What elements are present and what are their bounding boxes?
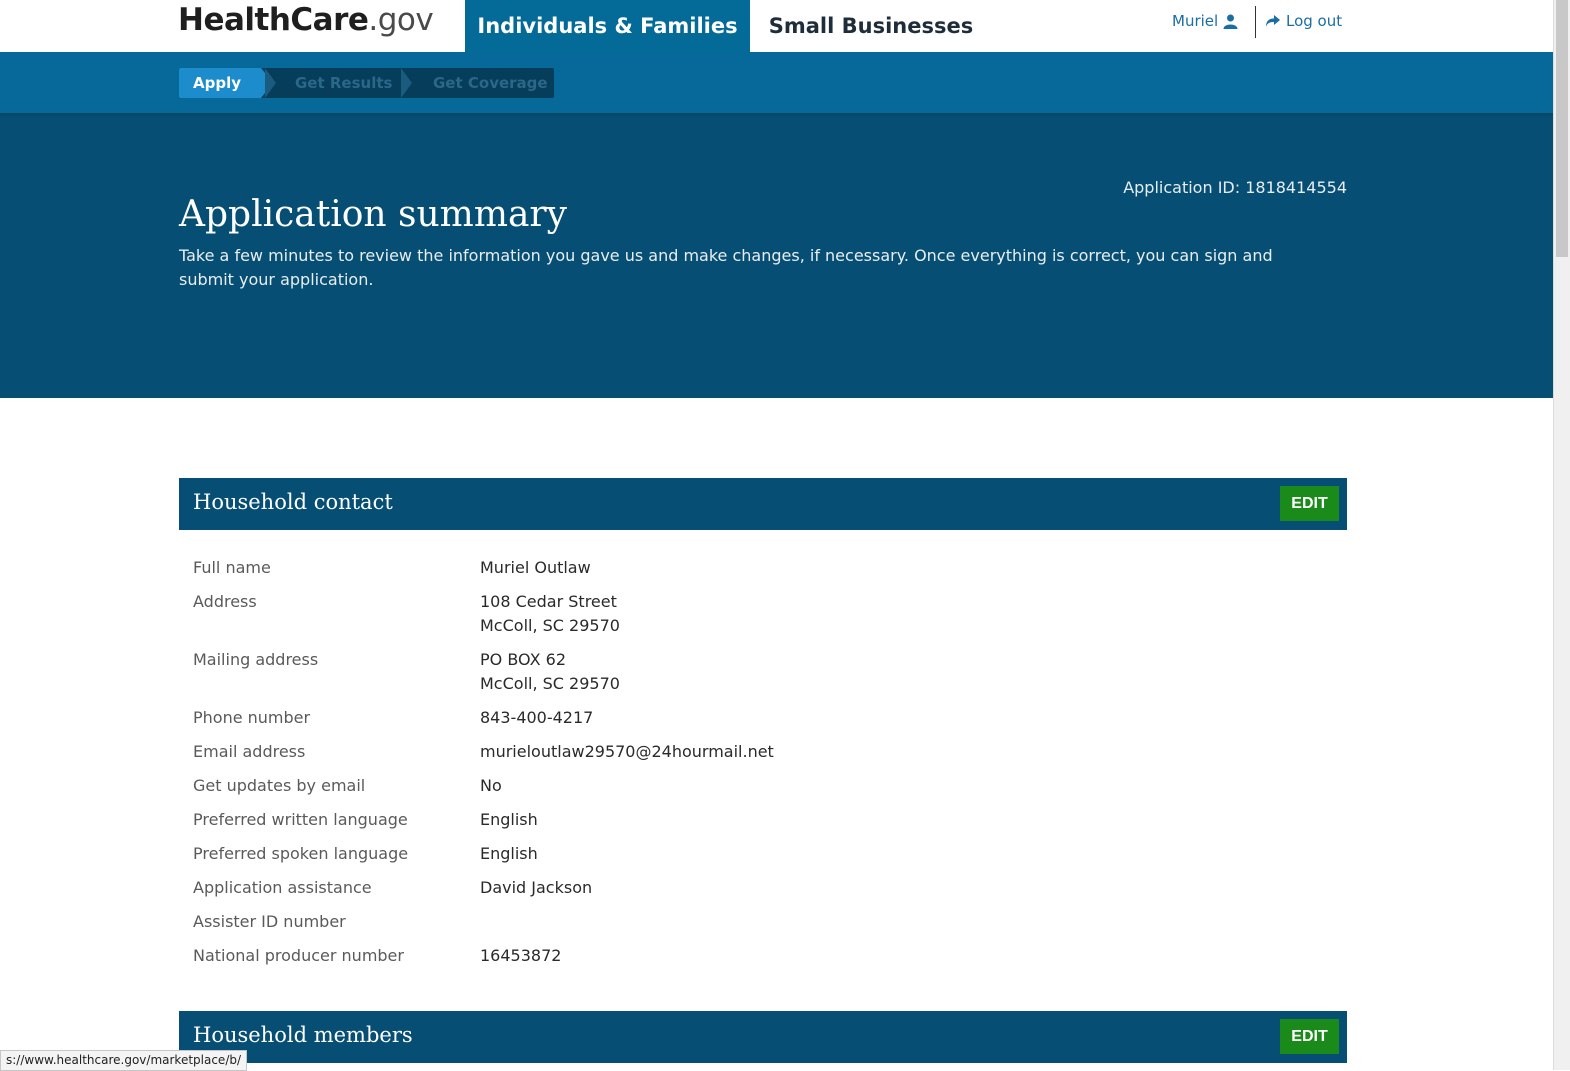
- detail-row: Address 108 Cedar Street McColl, SC 2957…: [193, 590, 1333, 638]
- user-icon: [1223, 14, 1238, 29]
- top-navigation: HealthCare.gov Individuals & Families Sm…: [0, 0, 1553, 52]
- logo-suffix: .gov: [368, 2, 434, 38]
- detail-row: Phone number 843-400-4217: [193, 706, 1333, 730]
- logout-label: Log out: [1286, 12, 1343, 30]
- detail-label: Preferred spoken language: [193, 844, 409, 863]
- detail-value: murieloutlaw29570@24hourmail.net: [480, 742, 774, 761]
- detail-value: 16453872: [480, 946, 562, 965]
- detail-row: Assister ID number: [193, 910, 1333, 934]
- status-bar-url: s://www.healthcare.gov/marketplace/b/: [0, 1050, 248, 1071]
- detail-label: Phone number: [193, 708, 311, 727]
- address-line: PO BOX 62: [480, 650, 566, 669]
- detail-row: Preferred spoken language English: [193, 842, 1333, 866]
- detail-value: No: [480, 776, 502, 795]
- detail-value: David Jackson: [480, 878, 593, 897]
- page-title: Application summary: [179, 194, 567, 235]
- address-line: McColl, SC 29570: [480, 674, 620, 693]
- edit-household-members-button[interactable]: EDIT: [1280, 1019, 1339, 1054]
- detail-label: Email address: [193, 742, 306, 761]
- header-divider: [1255, 6, 1256, 38]
- healthcare-logo[interactable]: HealthCare.gov: [178, 2, 434, 38]
- section-title: Household contact: [193, 490, 393, 514]
- detail-label: Full name: [193, 558, 271, 577]
- detail-label: Get updates by email: [193, 776, 366, 795]
- logout-link[interactable]: Log out: [1265, 12, 1342, 30]
- household-contact-header: Household contact EDIT: [179, 478, 1347, 530]
- detail-row: Application assistance David Jackson: [193, 876, 1333, 900]
- detail-row: Preferred written language English: [193, 808, 1333, 832]
- step-get-coverage: Get Coverage: [433, 74, 548, 92]
- detail-label: Address: [193, 592, 257, 611]
- detail-label: Application assistance: [193, 878, 372, 897]
- edit-household-contact-button[interactable]: EDIT: [1280, 486, 1339, 521]
- address-line: 108 Cedar Street: [480, 592, 617, 611]
- page-hero: Application ID: 1818414554 Application s…: [0, 116, 1553, 398]
- detail-label: Assister ID number: [193, 912, 346, 931]
- logo-text: HealthCare: [178, 2, 369, 38]
- progress-bar: Apply Get Results Get Coverage: [0, 52, 1553, 116]
- detail-value: Muriel Outlaw: [480, 558, 591, 577]
- scrollbar-thumb[interactable]: [1556, 0, 1568, 257]
- share-arrow-icon: [1266, 15, 1280, 27]
- detail-value: 843-400-4217: [480, 708, 594, 727]
- step-apply[interactable]: Apply: [179, 68, 273, 98]
- detail-value: 108 Cedar Street McColl, SC 29570: [480, 590, 620, 638]
- step-chevron-icon: [401, 68, 412, 98]
- household-members-header: Household members EDIT: [179, 1011, 1347, 1063]
- detail-row: National producer number 16453872: [193, 944, 1333, 968]
- detail-value: PO BOX 62 McColl, SC 29570: [480, 648, 620, 696]
- detail-row: Get updates by email No: [193, 774, 1333, 798]
- detail-row: Email address murieloutlaw29570@24hourma…: [193, 740, 1333, 764]
- detail-row: Full name Muriel Outlaw: [193, 556, 1333, 580]
- detail-value: English: [480, 844, 538, 863]
- vertical-scrollbar[interactable]: [1553, 0, 1570, 1070]
- detail-value: English: [480, 810, 538, 829]
- detail-row: Mailing address PO BOX 62 McColl, SC 295…: [193, 648, 1333, 696]
- page-description: Take a few minutes to review the informa…: [179, 246, 1273, 289]
- application-id: Application ID: 1818414554: [1123, 178, 1347, 197]
- address-line: McColl, SC 29570: [480, 616, 620, 635]
- user-account-link[interactable]: Muriel: [1172, 12, 1238, 30]
- detail-label: National producer number: [193, 946, 404, 965]
- step-chevron-icon: [265, 68, 276, 98]
- household-contact-details: Full name Muriel Outlaw Address 108 Ceda…: [193, 556, 1333, 978]
- tab-individuals-families[interactable]: Individuals & Families: [465, 0, 750, 52]
- step-get-results: Get Results: [295, 74, 393, 92]
- section-title: Household members: [193, 1023, 413, 1047]
- user-name: Muriel: [1172, 12, 1219, 30]
- detail-label: Mailing address: [193, 650, 319, 669]
- detail-label: Preferred written language: [193, 810, 408, 829]
- step-indicator: Apply Get Results Get Coverage: [179, 68, 554, 98]
- tab-small-businesses[interactable]: Small Businesses: [760, 0, 982, 52]
